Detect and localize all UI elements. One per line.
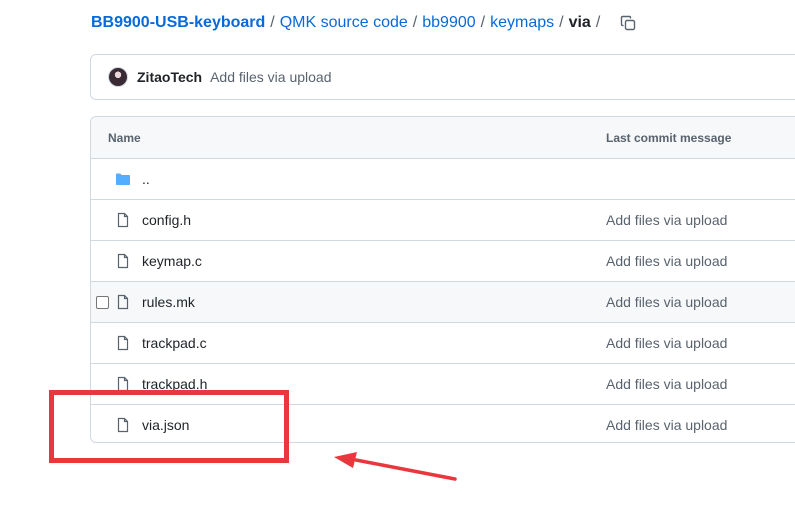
latest-commit-bar: ZitaoTech Add files via upload xyxy=(90,54,795,100)
commit-message-link[interactable]: Add files via upload xyxy=(210,69,331,85)
file-name-link[interactable]: keymap.c xyxy=(142,253,202,269)
annotation-highlight-box xyxy=(49,390,289,463)
commit-author-link[interactable]: ZitaoTech xyxy=(137,69,202,85)
table-row[interactable]: keymap.c Add files via upload xyxy=(91,241,795,282)
commit-message-link[interactable]: Add files via upload xyxy=(606,417,727,433)
column-header-name: Name xyxy=(108,130,141,145)
breadcrumb-separator: / xyxy=(559,14,564,31)
parent-directory-link[interactable]: .. xyxy=(142,171,150,187)
breadcrumb-separator: / xyxy=(595,14,601,31)
row-select-checkbox[interactable] xyxy=(96,296,109,309)
column-header-last-commit-message: Last commit message xyxy=(606,130,732,145)
commit-message-link[interactable]: Add files via upload xyxy=(606,335,727,351)
breadcrumb: BB9900-USB-keyboard / QMK source code / … xyxy=(91,11,637,35)
file-name-link[interactable]: rules.mk xyxy=(142,294,195,310)
file-icon xyxy=(115,335,131,351)
file-icon xyxy=(115,253,131,269)
folder-icon xyxy=(115,171,131,187)
avatar[interactable] xyxy=(108,67,128,87)
commit-message-link[interactable]: Add files via upload xyxy=(606,376,727,392)
commit-message-link[interactable]: Add files via upload xyxy=(606,294,727,310)
breadcrumb-link-qmk-source-code[interactable]: QMK source code xyxy=(280,14,408,32)
annotation-arrow-icon xyxy=(334,452,457,481)
commit-message-link[interactable]: Add files via upload xyxy=(606,212,727,228)
breadcrumb-repo-link[interactable]: BB9900-USB-keyboard xyxy=(91,14,265,32)
file-icon xyxy=(115,212,131,228)
commit-message-link[interactable]: Add files via upload xyxy=(606,253,727,269)
breadcrumb-current: via xyxy=(568,14,591,31)
table-row[interactable]: trackpad.c Add files via upload xyxy=(91,323,795,364)
file-icon xyxy=(115,294,131,310)
breadcrumb-separator: / xyxy=(412,14,418,31)
file-name-link[interactable]: config.h xyxy=(142,212,191,228)
copy-path-icon[interactable] xyxy=(619,14,637,32)
table-row[interactable]: config.h Add files via upload xyxy=(91,200,795,241)
breadcrumb-separator: / xyxy=(480,14,486,31)
parent-directory-row[interactable]: .. xyxy=(91,159,795,200)
breadcrumb-separator: / xyxy=(270,14,275,31)
table-header: Name Last commit message xyxy=(91,117,795,159)
file-name-link[interactable]: trackpad.c xyxy=(142,335,207,351)
breadcrumb-link-bb9900[interactable]: bb9900 xyxy=(422,14,475,32)
table-row[interactable]: rules.mk Add files via upload xyxy=(91,282,795,323)
breadcrumb-link-keymaps[interactable]: keymaps xyxy=(490,14,554,32)
